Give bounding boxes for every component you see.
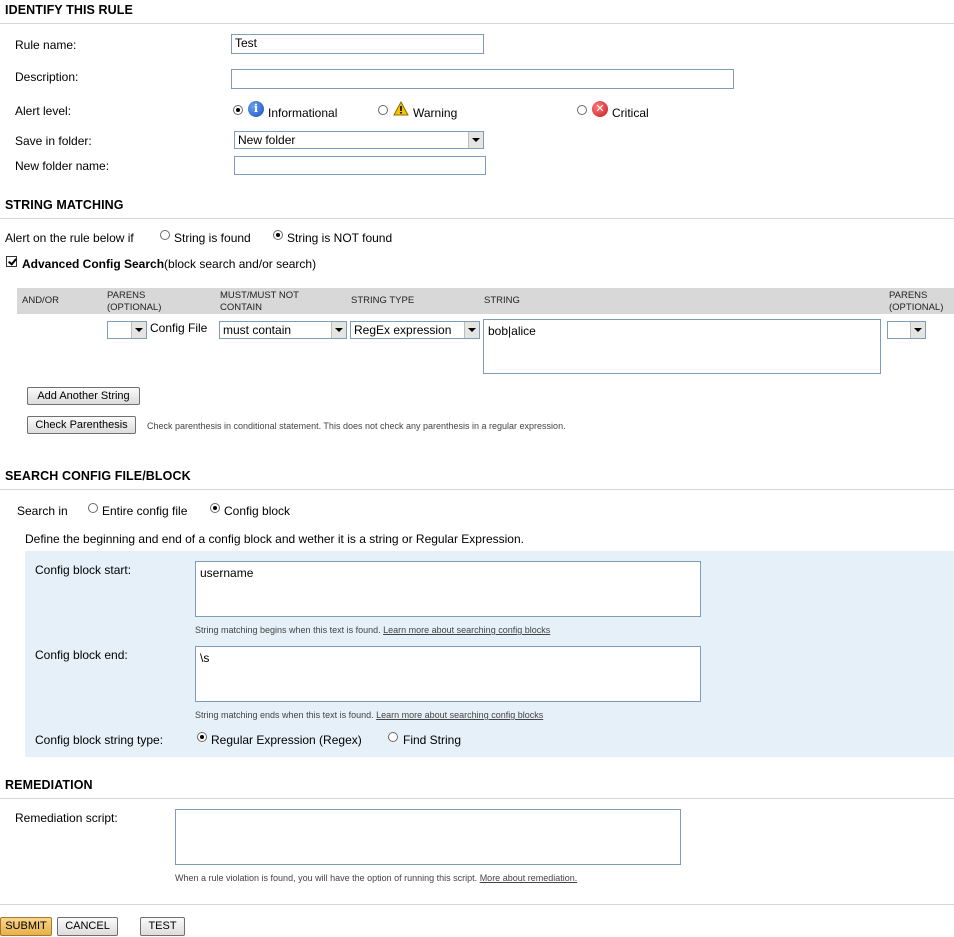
section-title-search-config: SEARCH CONFIG FILE/BLOCK [5, 469, 191, 483]
remediation-note-text: When a rule violation is found, you will… [175, 873, 478, 883]
block-string-type-label: Config block string type: [35, 733, 164, 747]
config-block-radio[interactable] [210, 503, 220, 513]
save-folder-label: Save in folder: [15, 134, 92, 148]
alert-informational-label: Informational [268, 106, 338, 120]
block-start-note: String matching begins when this text is… [195, 625, 550, 635]
alert-critical-radio[interactable] [577, 105, 587, 115]
alert-warning-radio[interactable] [378, 105, 388, 115]
section-divider [0, 904, 954, 905]
section-title-identify: IDENTIFY THIS RULE [5, 3, 133, 17]
col-string-type: STRING TYPE [351, 295, 415, 306]
chevron-down-icon [131, 322, 146, 338]
alert-warning-label: Warning [413, 106, 458, 120]
block-end-textarea[interactable]: \s [195, 646, 701, 702]
check-parenthesis-note: Check parenthesis in conditional stateme… [147, 421, 566, 431]
config-block-label: Config block [224, 504, 291, 518]
remediation-script-textarea[interactable] [175, 809, 681, 865]
new-folder-input[interactable] [234, 156, 486, 175]
test-button[interactable]: TEST [140, 917, 185, 936]
block-start-label: Config block start: [35, 563, 132, 577]
block-end-note: String matching ends when this text is f… [195, 710, 543, 720]
must-contain-select[interactable]: must contain [219, 321, 347, 339]
save-folder-select[interactable]: New folder [234, 131, 484, 149]
block-start-note-text: String matching begins when this text is… [195, 625, 381, 635]
warning-icon [393, 101, 409, 116]
add-another-string-button[interactable]: Add Another String [27, 387, 140, 405]
new-folder-label: New folder name: [15, 159, 110, 173]
chevron-down-icon [910, 322, 925, 338]
alert-level-label: Alert level: [15, 104, 72, 118]
advanced-label-bold: Advanced Config Search [22, 257, 165, 271]
col-andor: AND/OR [22, 295, 59, 306]
advanced-config-search-checkbox[interactable] [6, 256, 17, 267]
define-block-text: Define the beginning and end of a config… [25, 532, 524, 546]
search-in-label: Search in [17, 504, 68, 518]
string-not-found-label: String is NOT found [287, 231, 393, 245]
section-divider [0, 23, 954, 24]
block-start-textarea[interactable]: username [195, 561, 701, 617]
regex-radio[interactable] [197, 732, 207, 742]
must-contain-value: must contain [223, 323, 292, 337]
learn-more-config-blocks-link[interactable]: Learn more about searching config blocks [376, 710, 543, 720]
remediation-note: When a rule violation is found, you will… [175, 873, 577, 883]
col-string: STRING [484, 295, 520, 306]
entire-config-label: Entire config file [102, 504, 188, 518]
section-title-string-matching: STRING MATCHING [5, 198, 124, 212]
col-must: MUST/MUST NOT CONTAIN [220, 290, 299, 313]
parens-close-select[interactable] [887, 321, 926, 339]
chevron-down-icon [468, 132, 483, 148]
more-about-remediation-link[interactable]: More about remediation. [480, 873, 578, 883]
submit-button[interactable]: SUBMIT [0, 917, 52, 936]
section-divider [0, 489, 954, 490]
find-string-radio[interactable] [388, 732, 398, 742]
string-type-value: RegEx expression [354, 323, 452, 337]
section-divider [0, 798, 954, 799]
find-string-label: Find String [403, 733, 462, 747]
description-label: Description: [15, 70, 79, 84]
remediation-script-label: Remediation script: [15, 811, 118, 825]
row-source-label: Config File [150, 321, 208, 335]
string-type-select[interactable]: RegEx expression [350, 321, 480, 339]
string-found-radio[interactable] [160, 230, 170, 240]
string-textarea[interactable]: bob|alice [483, 319, 881, 374]
cancel-button[interactable]: CANCEL [57, 917, 118, 936]
chevron-down-icon [464, 322, 479, 338]
critical-icon: ✕ [592, 101, 608, 117]
string-not-found-radio[interactable] [273, 230, 283, 240]
advanced-config-search-label: Advanced Config Search(block search and/… [22, 257, 316, 271]
block-end-label: Config block end: [35, 648, 128, 662]
chevron-down-icon [331, 322, 346, 338]
rule-name-label: Rule name: [15, 38, 77, 52]
section-title-remediation: REMEDIATION [5, 778, 93, 792]
rule-name-input[interactable]: Test [231, 34, 484, 54]
col-parens-open: PARENS (OPTIONAL) [107, 290, 162, 313]
save-folder-value: New folder [238, 133, 296, 147]
description-input[interactable] [231, 69, 734, 89]
entire-config-radio[interactable] [88, 503, 98, 513]
section-divider [0, 218, 954, 219]
alert-critical-label: Critical [612, 106, 649, 120]
learn-more-config-blocks-link[interactable]: Learn more about searching config blocks [383, 625, 550, 635]
check-parenthesis-button[interactable]: Check Parenthesis [27, 416, 136, 434]
block-end-note-text: String matching ends when this text is f… [195, 710, 374, 720]
parens-open-select[interactable] [107, 321, 147, 339]
col-parens-close: PARENS (OPTIONAL) [889, 290, 944, 313]
string-found-label: String is found [174, 231, 251, 245]
advanced-label-suffix: (block search and/or search) [164, 257, 317, 271]
info-icon: i [248, 101, 264, 117]
regex-label: Regular Expression (Regex) [211, 733, 362, 747]
alert-informational-radio[interactable] [233, 105, 243, 115]
alert-rule-prefix: Alert on the rule below if [5, 231, 134, 245]
